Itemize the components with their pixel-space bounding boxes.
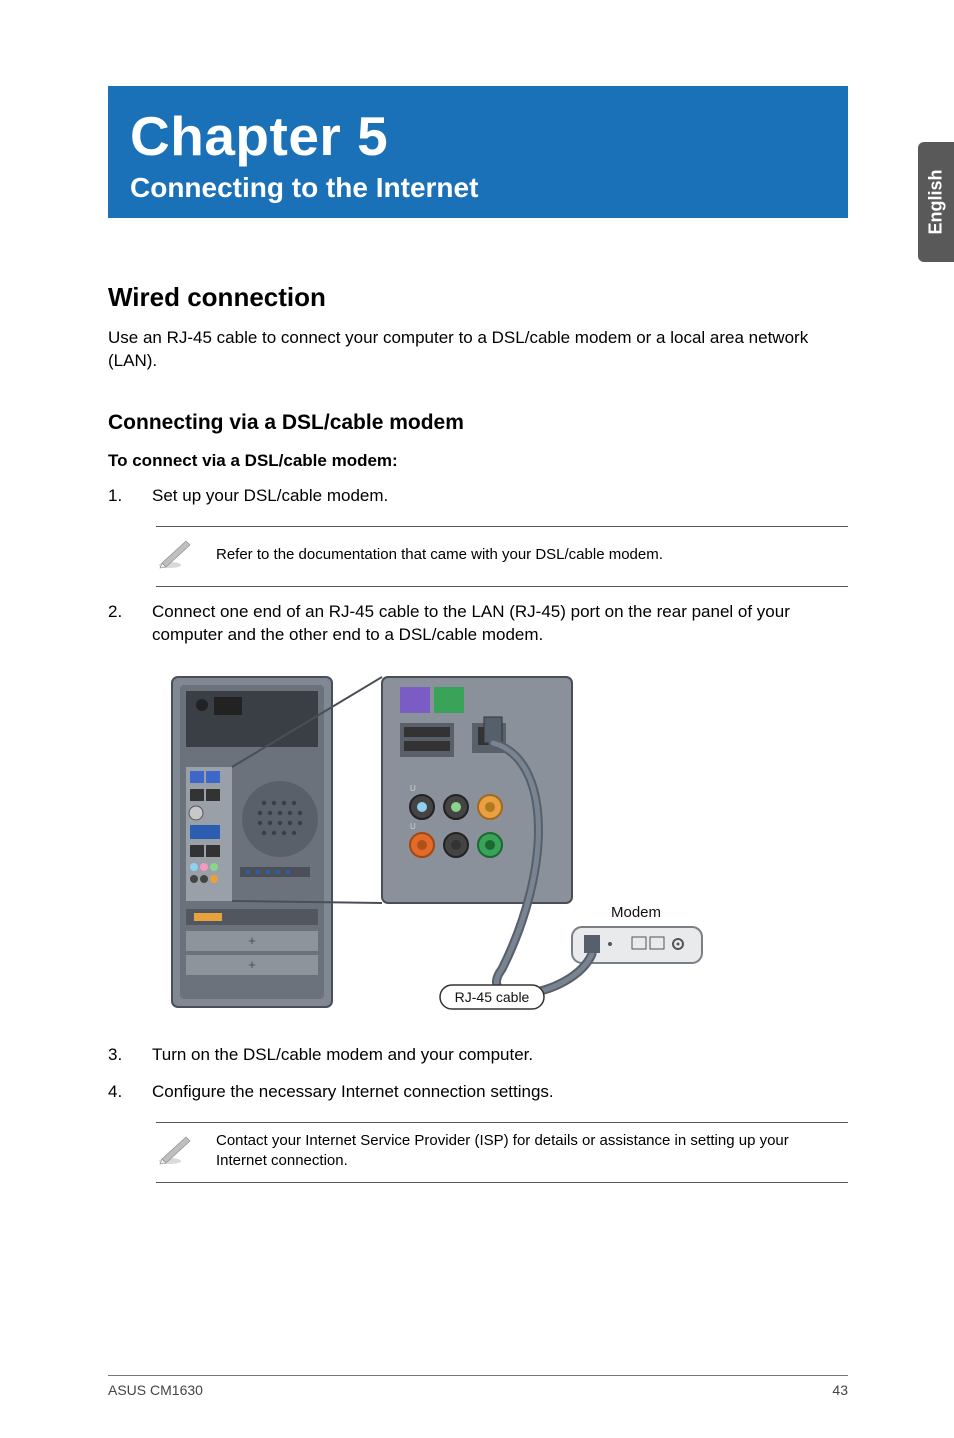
- step-4-number: 4.: [108, 1081, 152, 1104]
- chapter-title: Connecting to the Internet: [130, 172, 826, 204]
- step-2-number: 2.: [108, 601, 152, 647]
- pen-icon: [156, 1131, 216, 1172]
- step-4-text: Configure the necessary Internet connect…: [152, 1081, 554, 1104]
- language-tab: English: [918, 142, 954, 262]
- footer-page-number: 43: [832, 1382, 848, 1398]
- footer-model: ASUS CM1630: [108, 1382, 203, 1398]
- note-1-text: Refer to the documentation that came wit…: [216, 545, 671, 565]
- footer-rule: [108, 1375, 848, 1376]
- page-footer: ASUS CM1630 43: [108, 1375, 848, 1398]
- step-3-text: Turn on the DSL/cable modem and your com…: [152, 1044, 533, 1067]
- svg-text:+: +: [248, 957, 256, 972]
- pen-icon: [156, 535, 216, 576]
- note-rule-bottom: [156, 586, 848, 587]
- step-2: 2. Connect one end of an RJ-45 cable to …: [108, 601, 848, 647]
- language-tab-label: English: [926, 169, 947, 234]
- chapter-number: Chapter 5: [130, 104, 826, 168]
- section-heading: Wired connection: [108, 282, 864, 313]
- manual-page: English Chapter 5 Connecting to the Inte…: [0, 0, 954, 1438]
- svg-text:RJ-45 cable: RJ-45 cable: [455, 989, 530, 1005]
- step-2-text: Connect one end of an RJ-45 cable to the…: [152, 601, 848, 647]
- svg-text:U: U: [410, 784, 416, 793]
- svg-text:+: +: [248, 933, 256, 948]
- svg-text:Modem: Modem: [611, 904, 661, 921]
- step-3-number: 3.: [108, 1044, 152, 1067]
- note-1: Refer to the documentation that came wit…: [156, 526, 848, 587]
- step-1: 1. Set up your DSL/cable modem.: [108, 485, 848, 508]
- step-3: 3. Turn on the DSL/cable modem and your …: [108, 1044, 848, 1067]
- procedure-lead: To connect via a DSL/cable modem:: [108, 451, 864, 471]
- chapter-banner: Chapter 5 Connecting to the Internet: [108, 86, 848, 218]
- note-2-rule-bottom: [156, 1182, 848, 1183]
- section-intro: Use an RJ-45 cable to connect your compu…: [108, 327, 848, 373]
- note-2: Contact your Internet Service Provider (…: [156, 1122, 848, 1183]
- step-1-text: Set up your DSL/cable modem.: [152, 485, 388, 508]
- svg-text:U: U: [410, 822, 416, 831]
- step-1-number: 1.: [108, 485, 152, 508]
- connection-diagram: + + U U: [152, 669, 864, 1034]
- step-4: 4. Configure the necessary Internet conn…: [108, 1081, 848, 1104]
- note-2-text: Contact your Internet Service Provider (…: [216, 1131, 848, 1172]
- subsection-heading: Connecting via a DSL/cable modem: [108, 411, 864, 435]
